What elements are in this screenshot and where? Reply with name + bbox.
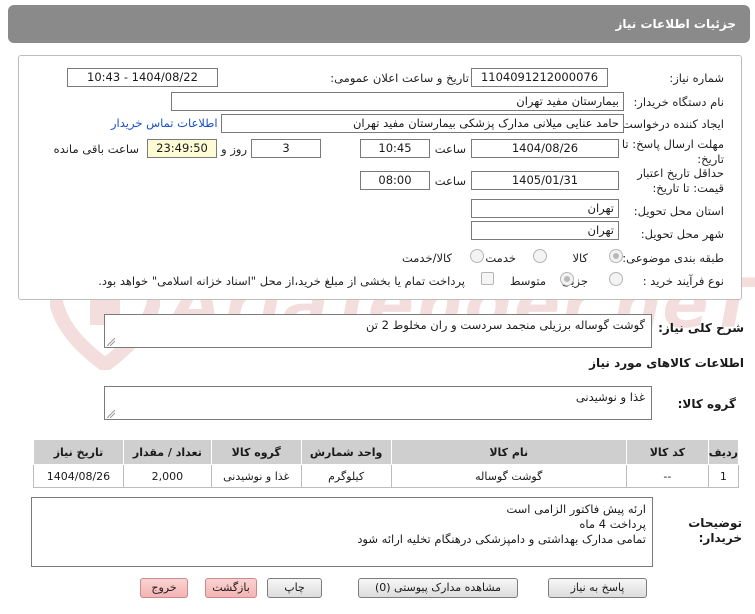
creator-field: حامد عنایی میلانی مدارک پزشکی بیمارستان … [221, 114, 624, 133]
need-number-label: شماره نیاز: [669, 71, 724, 85]
purchase-type-option-medium: متوسط [509, 274, 546, 288]
category-label: طبقه بندی موضوعی: [622, 251, 724, 265]
province-label: استان محل تحویل: [633, 204, 724, 218]
province-field: تهران [471, 199, 619, 218]
view-attachments-button[interactable]: مشاهده مدارک پیوستی (0) [358, 578, 518, 598]
col-header-row: ردیف [707, 439, 740, 465]
reply-button[interactable]: پاسخ به نیاز [548, 578, 647, 598]
table-row: 1 -- گوشت گوساله کیلوگرم غذا و نوشیدنی 2… [33, 464, 740, 488]
col-header-code: کد کالا [625, 439, 709, 465]
col-header-unit: واحد شمارش [300, 439, 392, 465]
purchase-type-label: نوع فرآیند خرید : [642, 274, 724, 288]
days-remaining-field: 3 [251, 139, 321, 158]
treasury-payment-note: پرداخت تمام یا بخشی از مبلغ خرید،از محل … [98, 274, 465, 288]
city-field: تهران [471, 221, 619, 240]
need-description-field: گوشت گوساله برزیلی منجمد سردست و ران مخل… [104, 314, 652, 348]
buyer-org-field: بیمارستان مفید تهران [171, 92, 624, 111]
buyer-notes-label-line1: توضیحات [688, 516, 742, 530]
validity-time-label: ساعت [434, 174, 466, 188]
cell-group: غذا و نوشیدنی [210, 464, 302, 488]
print-button[interactable]: چاپ [267, 578, 322, 598]
buyer-notes-label-line2: خریدار: [698, 531, 742, 545]
treasury-payment-checkbox[interactable] [481, 272, 494, 285]
announce-datetime-field: 1404/08/22 - 10:43 [67, 68, 218, 87]
creator-label: ایجاد کننده درخواست: [618, 117, 724, 131]
validity-date-field: 1405/01/31 [471, 171, 619, 190]
col-header-quantity: تعداد / مقدار [122, 439, 212, 465]
deadline-date-field: 1404/08/26 [471, 139, 619, 158]
purchase-type-radio-medium[interactable] [560, 272, 574, 286]
exit-button[interactable]: خروج [140, 578, 188, 598]
category-radio-service[interactable] [533, 249, 547, 263]
validity-label-line1: حداقل تاریخ اعتبار [637, 166, 724, 180]
col-header-group: گروه کالا [210, 439, 302, 465]
buyer-contact-link[interactable]: اطلاعات تماس خریدار [111, 116, 218, 130]
category-option-goods: کالا [572, 251, 588, 265]
need-description-text: گوشت گوساله برزیلی منجمد سردست و ران مخل… [366, 318, 645, 332]
cell-code: -- [625, 464, 709, 488]
goods-group-text: غذا و نوشیدنی [575, 390, 645, 404]
category-radio-goods[interactable] [609, 249, 623, 263]
announce-datetime-label: تاریخ و ساعت اعلان عمومی: [330, 71, 469, 85]
days-label: روز و [221, 142, 247, 156]
cell-quantity: 2,000 [122, 464, 212, 488]
category-option-service: خدمت [485, 251, 516, 265]
buyer-org-label: نام دستگاه خریدار: [633, 95, 724, 109]
validity-time-field: 08:00 [360, 171, 430, 190]
category-option-goods-service: کالا/خدمت [401, 251, 452, 265]
deadline-label-line1: مهلت ارسال پاسخ: تا [621, 137, 724, 151]
remaining-time-label: ساعت باقی مانده [53, 142, 139, 156]
cell-date: 1404/08/26 [33, 464, 124, 488]
category-radio-goods-service[interactable] [470, 249, 484, 263]
deadline-label-line2: تاریخ: [697, 152, 724, 166]
resize-grip-icon[interactable] [107, 410, 115, 418]
cell-name: گوشت گوساله [390, 464, 627, 488]
purchase-type-radio-minor[interactable] [609, 272, 623, 286]
deadline-time-field: 10:45 [360, 139, 430, 158]
goods-table-header-row: ردیف کد کالا نام کالا واحد شمارش گروه کا… [33, 439, 740, 465]
need-description-label: شرح کلی نیاز: [658, 321, 744, 335]
remaining-time-field: 23:49:50 [147, 139, 217, 158]
goods-group-field: غذا و نوشیدنی [104, 386, 652, 420]
goods-group-label: گروه کالا: [677, 397, 736, 411]
resize-grip-icon[interactable] [107, 338, 115, 346]
cell-unit: کیلوگرم [300, 464, 392, 488]
col-header-name: نام کالا [390, 439, 627, 465]
buyer-notes-field: ارئه پیش فاکتور الزامی است پرداخت 4 ماه … [31, 497, 653, 567]
buyer-notes-line: ارئه پیش فاکتور الزامی است [506, 502, 646, 516]
city-label: شهر محل تحویل: [640, 227, 724, 241]
deadline-time-label: ساعت [434, 142, 466, 156]
header-bar: جزئیات اطلاعات نیاز [8, 5, 750, 43]
goods-info-title: اطلاعات کالاهای مورد نیاز [589, 356, 744, 370]
back-button[interactable]: بازگشت [205, 578, 257, 598]
validity-label-line2: قیمت: تا تاریخ: [652, 181, 724, 195]
cell-row-number: 1 [707, 464, 740, 488]
page-title: جزئیات اطلاعات نیاز [615, 17, 736, 31]
buyer-notes-line: تمامی مدارک بهداشتی و دامپزشکی درهنگام ت… [357, 532, 646, 546]
col-header-date: تاریخ نیاز [33, 439, 124, 465]
need-number-field: 1104091212000076 [471, 68, 608, 87]
buyer-notes-line: پرداخت 4 ماه [579, 517, 646, 531]
goods-table: ردیف کد کالا نام کالا واحد شمارش گروه کا… [33, 439, 740, 488]
